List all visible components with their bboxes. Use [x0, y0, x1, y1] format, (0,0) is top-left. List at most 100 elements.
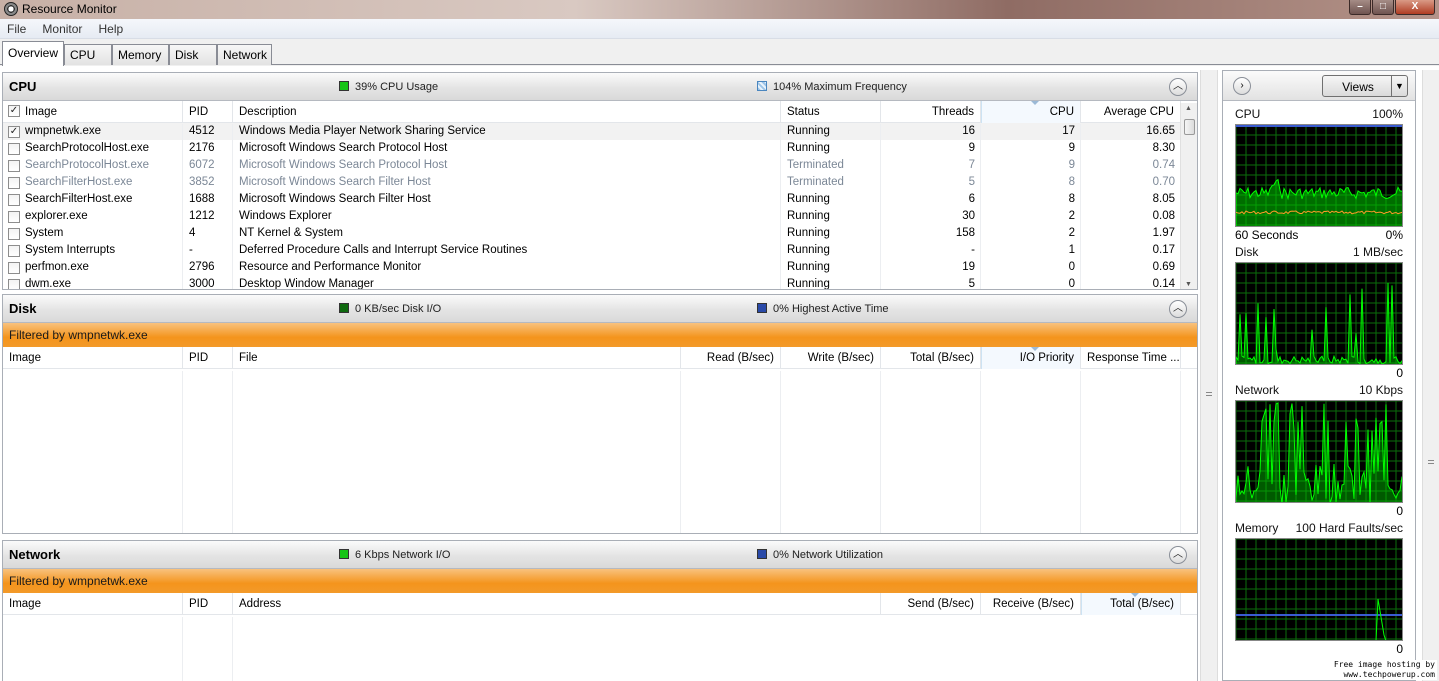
- col-threads[interactable]: Threads: [881, 101, 981, 123]
- col-image[interactable]: ✓ Image: [3, 101, 183, 123]
- col-total[interactable]: Total (B/sec): [1081, 593, 1181, 615]
- table-row[interactable]: SearchProtocolHost.exe 2176 Microsoft Wind…: [3, 140, 1197, 157]
- network-io-swatch: [339, 549, 349, 559]
- scroll-down-arrow-icon[interactable]: ▼: [1185, 281, 1192, 288]
- cell-cpu: 1: [1068, 244, 1075, 256]
- expand-chevron-right-icon[interactable]: ›: [1233, 77, 1251, 95]
- col-pid[interactable]: PID: [183, 347, 233, 369]
- disk-section: Disk 0 KB/sec Disk I/O 0% Highest Active…: [2, 294, 1198, 534]
- col-total[interactable]: Total (B/sec): [881, 347, 981, 369]
- col-description[interactable]: Description: [233, 101, 781, 123]
- table-row[interactable]: SearchFilterHost.exe 3852 Microsoft Window…: [3, 174, 1197, 191]
- col-address[interactable]: Address: [233, 593, 881, 615]
- row-checkbox[interactable]: ✓: [8, 126, 20, 138]
- cpu-list-scrollbar[interactable]: ▲ ▼: [1180, 103, 1197, 289]
- scroll-grip-icon[interactable]: [1428, 460, 1434, 464]
- tab-memory[interactable]: Memory: [112, 44, 169, 65]
- scrollbar-thumb[interactable]: [1184, 119, 1195, 135]
- select-all-checkbox[interactable]: ✓: [8, 105, 20, 117]
- minimize-button[interactable]: –: [1349, 0, 1371, 15]
- cell-cpu: 2: [1068, 210, 1075, 222]
- cpu-usage-stat: 39% CPU Usage: [339, 81, 438, 93]
- disk-graph: [1235, 262, 1403, 365]
- table-row[interactable]: System 4 NT Kernel & System Running 158 2 1.97: [3, 225, 1197, 242]
- tab-cpu[interactable]: CPU: [64, 44, 112, 65]
- cpu-graph-block: CPU 100% 60 Seconds 0%: [1233, 107, 1405, 243]
- tab-disk[interactable]: Disk: [169, 44, 217, 65]
- col-receive[interactable]: Receive (B/sec): [981, 593, 1081, 615]
- collapse-chevron-up-icon[interactable]: ︿: [1169, 300, 1187, 318]
- col-response-time[interactable]: Response Time ...: [1081, 347, 1181, 369]
- views-label: Views: [1342, 80, 1374, 94]
- tab-overview[interactable]: Overview: [2, 41, 64, 66]
- col-status[interactable]: Status: [781, 101, 881, 123]
- row-checkbox[interactable]: [8, 279, 20, 289]
- cell-image: System: [25, 227, 64, 239]
- cell-status: Running: [787, 227, 830, 239]
- cell-threads: 5: [968, 176, 975, 188]
- network-filter-bar: Filtered by wmpnetwk.exe: [3, 569, 1197, 593]
- cell-image: explorer.exe: [25, 210, 88, 222]
- cpu-frequency-stat: 104% Maximum Frequency: [757, 81, 907, 93]
- row-checkbox[interactable]: [8, 228, 20, 240]
- table-row[interactable]: SearchFilterHost.exe 1688 Microsoft Window…: [3, 191, 1197, 208]
- cell-image: SearchFilterHost.exe: [25, 193, 133, 205]
- menu-file[interactable]: File: [0, 19, 32, 36]
- cell-avg: 0.69: [1152, 261, 1175, 273]
- col-io-priority[interactable]: I/O Priority: [981, 347, 1081, 369]
- scroll-up-arrow-icon[interactable]: ▲: [1185, 105, 1192, 112]
- cell-image: wmpnetwk.exe: [25, 125, 102, 137]
- disk-active-stat: 0% Highest Active Time: [757, 303, 889, 315]
- col-image[interactable]: Image: [3, 593, 183, 615]
- table-row[interactable]: System Interrupts - Deferred Procedure Cal…: [3, 242, 1197, 259]
- close-button[interactable]: X: [1395, 0, 1435, 15]
- maximize-button[interactable]: □: [1372, 0, 1394, 15]
- disk-active-swatch: [757, 303, 767, 313]
- col-write[interactable]: Write (B/sec): [781, 347, 881, 369]
- row-checkbox[interactable]: [8, 143, 20, 155]
- col-file[interactable]: File: [233, 347, 681, 369]
- cell-description: Microsoft Windows Search Filter Host: [239, 176, 431, 188]
- cell-avg: 0.14: [1152, 278, 1175, 290]
- col-send[interactable]: Send (B/sec): [881, 593, 981, 615]
- cpu-column-headers: ✓ Image PID Description Status Threads C…: [3, 101, 1197, 123]
- collapse-chevron-up-icon[interactable]: ︿: [1169, 546, 1187, 564]
- splitter-grip-icon[interactable]: [1206, 392, 1212, 396]
- table-row[interactable]: perfmon.exe 2796 Resource and Performance …: [3, 259, 1197, 276]
- table-row[interactable]: explorer.exe 1212 Windows Explorer Running 3…: [3, 208, 1197, 225]
- network-section-header[interactable]: Network 6 Kbps Network I/O 0% Network Ut…: [3, 541, 1197, 569]
- cell-image: SearchProtocolHost.exe: [25, 142, 150, 154]
- collapse-chevron-up-icon[interactable]: ︿: [1169, 78, 1187, 96]
- col-pid[interactable]: PID: [183, 593, 233, 615]
- row-checkbox[interactable]: [8, 262, 20, 274]
- cell-status: Running: [787, 244, 830, 256]
- row-checkbox[interactable]: [8, 245, 20, 257]
- graph-pane-scrollbar[interactable]: [1422, 70, 1439, 681]
- views-dropdown[interactable]: Views ▼: [1322, 75, 1408, 97]
- row-checkbox[interactable]: [8, 211, 20, 223]
- cpu-section-header[interactable]: CPU 39% CPU Usage 104% Maximum Frequency…: [3, 73, 1197, 101]
- table-row[interactable]: SearchProtocolHost.exe 6072 Microsoft Wind…: [3, 157, 1197, 174]
- cell-avg: 8.05: [1152, 193, 1175, 205]
- cell-threads: 5: [968, 278, 975, 290]
- cell-image: SearchFilterHost.exe: [25, 176, 133, 188]
- pane-splitter[interactable]: [1200, 70, 1218, 681]
- network-graph-block: Network 10 Kbps 0: [1233, 383, 1405, 519]
- row-checkbox[interactable]: [8, 160, 20, 172]
- tab-network[interactable]: Network: [217, 44, 272, 65]
- col-pid[interactable]: PID: [183, 101, 233, 123]
- col-average-cpu[interactable]: Average CPU: [1081, 101, 1181, 123]
- dropdown-arrow-icon[interactable]: ▼: [1391, 76, 1407, 96]
- col-read[interactable]: Read (B/sec): [681, 347, 781, 369]
- network-io-text: 6 Kbps Network I/O: [355, 549, 451, 561]
- disk-section-header[interactable]: Disk 0 KB/sec Disk I/O 0% Highest Active…: [3, 295, 1197, 323]
- col-cpu[interactable]: CPU: [981, 101, 1081, 123]
- menu-monitor[interactable]: Monitor: [35, 19, 88, 36]
- row-checkbox[interactable]: [8, 177, 20, 189]
- watermark-line1: Free image hosting by: [1333, 660, 1435, 669]
- row-checkbox[interactable]: [8, 194, 20, 206]
- menu-help[interactable]: Help: [91, 19, 129, 36]
- table-row[interactable]: ✓ wmpnetwk.exe 4512 Windows Media Player Ne…: [3, 123, 1197, 140]
- col-image[interactable]: Image: [3, 347, 183, 369]
- table-row[interactable]: dwm.exe 3000 Desktop Window Manager Running…: [3, 276, 1197, 290]
